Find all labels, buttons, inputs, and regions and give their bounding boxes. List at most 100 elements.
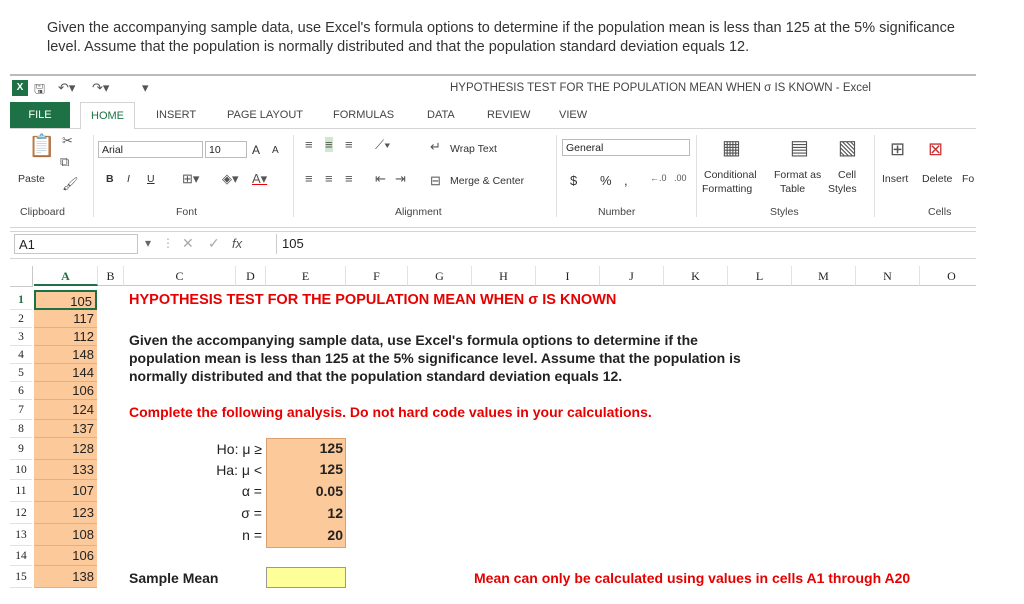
column-header[interactable]: N: [856, 266, 920, 286]
comma-button[interactable]: ,: [624, 173, 628, 188]
row-header[interactable]: 10: [10, 460, 32, 480]
increase-indent-icon[interactable]: ⇥: [395, 171, 406, 187]
name-box[interactable]: A1: [14, 234, 138, 254]
formula-input[interactable]: 105: [282, 236, 304, 251]
align-right-icon[interactable]: ≡: [345, 171, 353, 186]
column-header[interactable]: G: [408, 266, 472, 286]
column-header[interactable]: O: [920, 266, 976, 286]
row-header[interactable]: 15: [10, 566, 32, 588]
number-format-select[interactable]: General: [562, 139, 690, 156]
tab-data[interactable]: DATA: [427, 109, 455, 121]
conditional-formatting-label-2[interactable]: Formatting: [702, 183, 752, 195]
data-cell[interactable]: 128: [34, 438, 97, 460]
bold-button[interactable]: B: [106, 173, 114, 185]
format-painter-icon[interactable]: 🖌: [62, 176, 79, 192]
enter-icon[interactable]: ✓: [208, 235, 220, 252]
italic-button[interactable]: I: [127, 173, 130, 185]
customize-qat-icon[interactable]: ▾: [142, 80, 149, 96]
row-header[interactable]: 7: [10, 400, 32, 420]
data-cell[interactable]: 133: [34, 460, 97, 480]
row-header[interactable]: 3: [10, 328, 32, 346]
row-header[interactable]: 6: [10, 382, 32, 400]
sigma-value-cell[interactable]: 12: [266, 505, 343, 521]
column-header[interactable]: F: [346, 266, 408, 286]
column-header[interactable]: J: [600, 266, 664, 286]
insert-button[interactable]: Insert: [882, 173, 908, 185]
column-header[interactable]: L: [728, 266, 792, 286]
decrease-indent-icon[interactable]: ⇤: [375, 171, 386, 187]
merge-center-button[interactable]: Merge & Center: [450, 175, 524, 187]
tab-insert[interactable]: INSERT: [156, 109, 196, 121]
increase-decimal-icon[interactable]: ←.0: [650, 173, 667, 183]
percent-button[interactable]: %: [600, 173, 612, 188]
tab-page-layout[interactable]: PAGE LAYOUT: [227, 109, 303, 121]
copy-icon[interactable]: ⧉: [60, 154, 69, 170]
data-cell[interactable]: 124: [34, 400, 97, 420]
name-box-dropdown-icon[interactable]: ▾: [145, 236, 151, 250]
column-header[interactable]: H: [472, 266, 536, 286]
tab-file[interactable]: FILE: [10, 102, 70, 128]
row-header[interactable]: 5: [10, 364, 32, 382]
format-as-table-label-1[interactable]: Format as: [774, 169, 821, 181]
column-header[interactable]: K: [664, 266, 728, 286]
wrap-text-button[interactable]: Wrap Text: [450, 143, 497, 155]
data-cell[interactable]: 106: [34, 382, 97, 400]
data-cell[interactable]: 144: [34, 364, 97, 382]
data-cell[interactable]: 148: [34, 346, 97, 364]
row-header[interactable]: 9: [10, 438, 32, 460]
row-header[interactable]: 1: [10, 290, 32, 310]
select-all-corner[interactable]: [10, 266, 33, 287]
data-cell[interactable]: 112: [34, 328, 97, 346]
save-icon[interactable]: 🖫: [34, 80, 45, 102]
paste-button[interactable]: Paste: [18, 173, 45, 185]
font-size-select[interactable]: 10: [205, 141, 247, 158]
row-header[interactable]: 2: [10, 310, 32, 328]
cell-styles-label-1[interactable]: Cell: [838, 169, 856, 181]
data-cell[interactable]: 108: [34, 524, 97, 546]
align-left-icon[interactable]: ≡: [305, 171, 313, 186]
column-header[interactable]: A: [34, 266, 98, 286]
underline-button[interactable]: U: [147, 173, 155, 185]
conditional-formatting-label-1[interactable]: Conditional: [704, 169, 757, 181]
delete-button[interactable]: Delete: [922, 173, 952, 185]
cancel-icon[interactable]: ✕: [182, 235, 194, 252]
tab-home[interactable]: HOME: [80, 102, 135, 130]
data-cell[interactable]: 106: [34, 546, 97, 566]
data-cell[interactable]: 137: [34, 420, 97, 438]
row-header[interactable]: 11: [10, 480, 32, 502]
data-cell[interactable]: 107: [34, 480, 97, 502]
column-header[interactable]: I: [536, 266, 600, 286]
font-color-icon[interactable]: A▾: [252, 171, 267, 187]
h0-value-cell[interactable]: 125: [266, 440, 343, 456]
row-header[interactable]: 14: [10, 546, 32, 566]
currency-button[interactable]: $: [570, 173, 577, 188]
tab-formulas[interactable]: FORMULAS: [333, 109, 394, 121]
insert-function-button[interactable]: fx: [232, 236, 242, 251]
sample-mean-input[interactable]: [266, 567, 346, 588]
borders-icon[interactable]: ⊞▾: [182, 171, 199, 187]
alpha-value-cell[interactable]: 0.05: [266, 483, 343, 499]
fill-color-icon[interactable]: ◈▾: [222, 171, 239, 187]
data-cell[interactable]: 117: [34, 310, 97, 328]
tab-view[interactable]: VIEW: [559, 109, 587, 121]
align-top-icon[interactable]: ≡: [305, 137, 313, 152]
decrease-decimal-icon[interactable]: .00: [674, 173, 687, 183]
shrink-font-button[interactable]: A: [272, 145, 279, 156]
column-header[interactable]: C: [124, 266, 236, 286]
tab-review[interactable]: REVIEW: [487, 109, 530, 121]
align-center-icon[interactable]: ≡: [325, 171, 333, 186]
align-middle-icon[interactable]: ≡: [325, 137, 333, 152]
n-value-cell[interactable]: 20: [266, 527, 343, 543]
row-header[interactable]: 8: [10, 420, 32, 438]
font-name-select[interactable]: Arial: [98, 141, 203, 158]
undo-icon[interactable]: ↶▾: [58, 80, 75, 96]
data-cell[interactable]: 138: [34, 566, 97, 588]
column-header[interactable]: B: [98, 266, 124, 286]
column-header[interactable]: E: [266, 266, 346, 286]
row-header[interactable]: 12: [10, 502, 32, 524]
orientation-icon[interactable]: ⟋▾: [375, 137, 390, 153]
cell-a1[interactable]: 105: [34, 290, 97, 310]
column-header[interactable]: D: [236, 266, 266, 286]
paste-icon[interactable]: 📋: [28, 133, 55, 159]
align-bottom-icon[interactable]: ≡: [345, 137, 353, 152]
